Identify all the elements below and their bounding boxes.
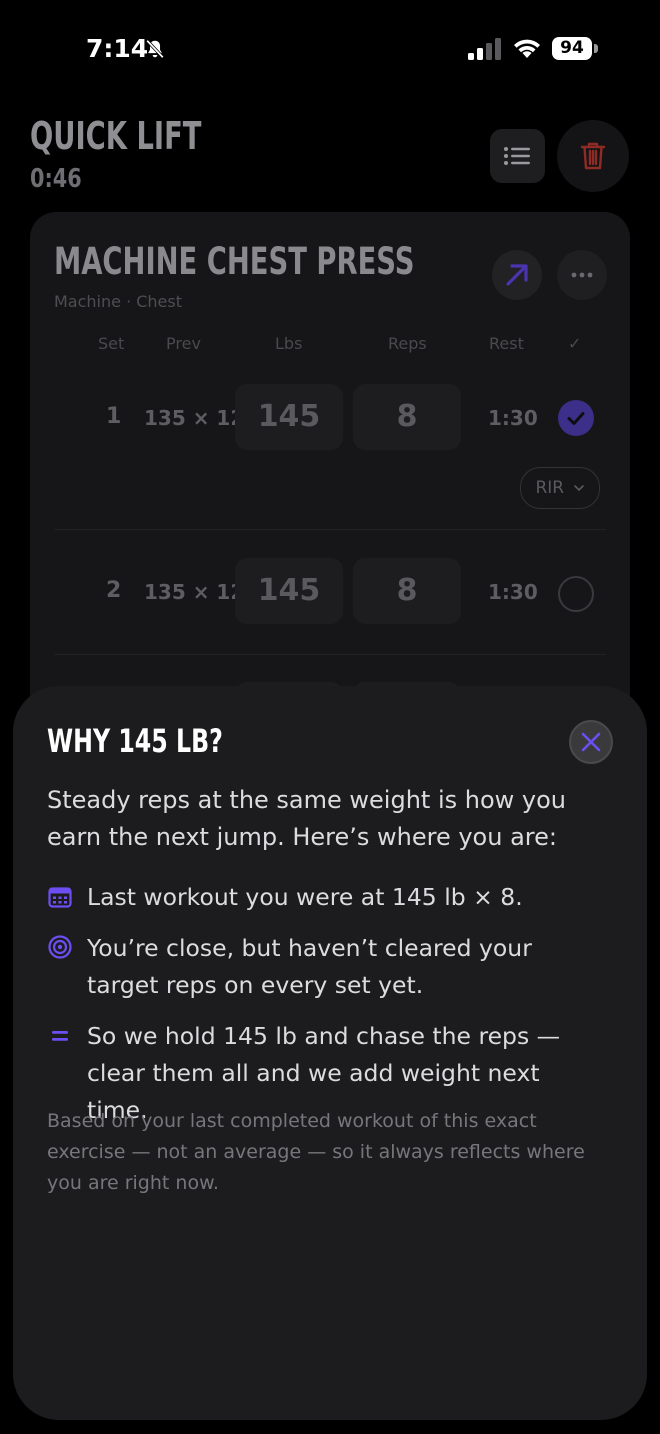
explanation-sheet: WHY 145 LB? Steady reps at the same weig… (13, 686, 647, 1420)
column-set: Set (98, 334, 125, 353)
reps-input[interactable]: 8 (353, 558, 461, 624)
set-complete-checkbox[interactable] (558, 576, 594, 612)
exercise-name: MACHINE CHEST PRESS (54, 240, 415, 283)
sheet-title: WHY 145 LB? (47, 722, 223, 760)
column-rest: Rest (489, 334, 524, 353)
column-prev: Prev (166, 334, 201, 353)
target-icon (48, 935, 72, 959)
calendar-icon (48, 887, 72, 908)
column-lbs: Lbs (275, 334, 303, 353)
column-check: ✓ (568, 334, 582, 353)
equals-icon (52, 1031, 68, 1041)
weight-input[interactable]: 145 (235, 384, 343, 450)
chevron-down-icon (573, 485, 584, 492)
battery-tip (594, 44, 598, 53)
bell-muted-icon (146, 39, 164, 59)
status-time: 7:14 (86, 34, 149, 63)
set-previous: 135 × 12 (144, 406, 245, 430)
list-icon (504, 147, 530, 165)
close-icon (581, 732, 601, 752)
rir-dropdown[interactable]: RIR (520, 467, 600, 509)
sheet-intro: Steady reps at the same weight is how yo… (47, 786, 566, 851)
arrow-up-right-icon (506, 264, 528, 286)
rest-timer[interactable]: 1:30 (488, 406, 538, 430)
row-divider (54, 529, 606, 530)
wifi-icon (514, 39, 540, 58)
exercise-detail-button[interactable] (492, 250, 542, 300)
set-number: 1 (106, 404, 122, 429)
workout-timer: 0:46 (30, 164, 82, 194)
trash-icon (580, 142, 606, 170)
status-bar: 7:14 94 (0, 0, 660, 96)
delete-workout-button[interactable] (557, 120, 629, 192)
item-text: You’re close, but haven’t cleared your t… (87, 934, 532, 999)
cellular-signal-icon (468, 38, 501, 60)
set-previous: 135 × 12 (144, 580, 245, 604)
reps-input[interactable]: 8 (353, 384, 461, 450)
battery-indicator: 94 (552, 37, 598, 60)
sheet-footnote: Based on your last completed workout of … (47, 1110, 585, 1194)
battery-level: 94 (552, 37, 592, 60)
workout-title: QUICK LIFT (30, 114, 202, 158)
checkmark-icon (567, 412, 585, 425)
row-divider (54, 654, 606, 655)
exercise-more-button[interactable] (557, 250, 607, 300)
rir-label: RIR (535, 478, 565, 498)
weight-input[interactable]: 145 (235, 558, 343, 624)
ellipsis-icon (571, 272, 593, 278)
rest-timer[interactable]: 1:30 (488, 580, 538, 604)
set-complete-checkbox[interactable] (558, 400, 594, 436)
exercise-list-button[interactable] (490, 129, 545, 183)
set-number: 2 (106, 578, 122, 603)
close-button[interactable] (569, 720, 613, 764)
item-text: Last workout you were at 145 lb × 8. (87, 883, 523, 911)
column-reps: Reps (388, 334, 427, 353)
exercise-meta: Machine · Chest (54, 292, 182, 311)
